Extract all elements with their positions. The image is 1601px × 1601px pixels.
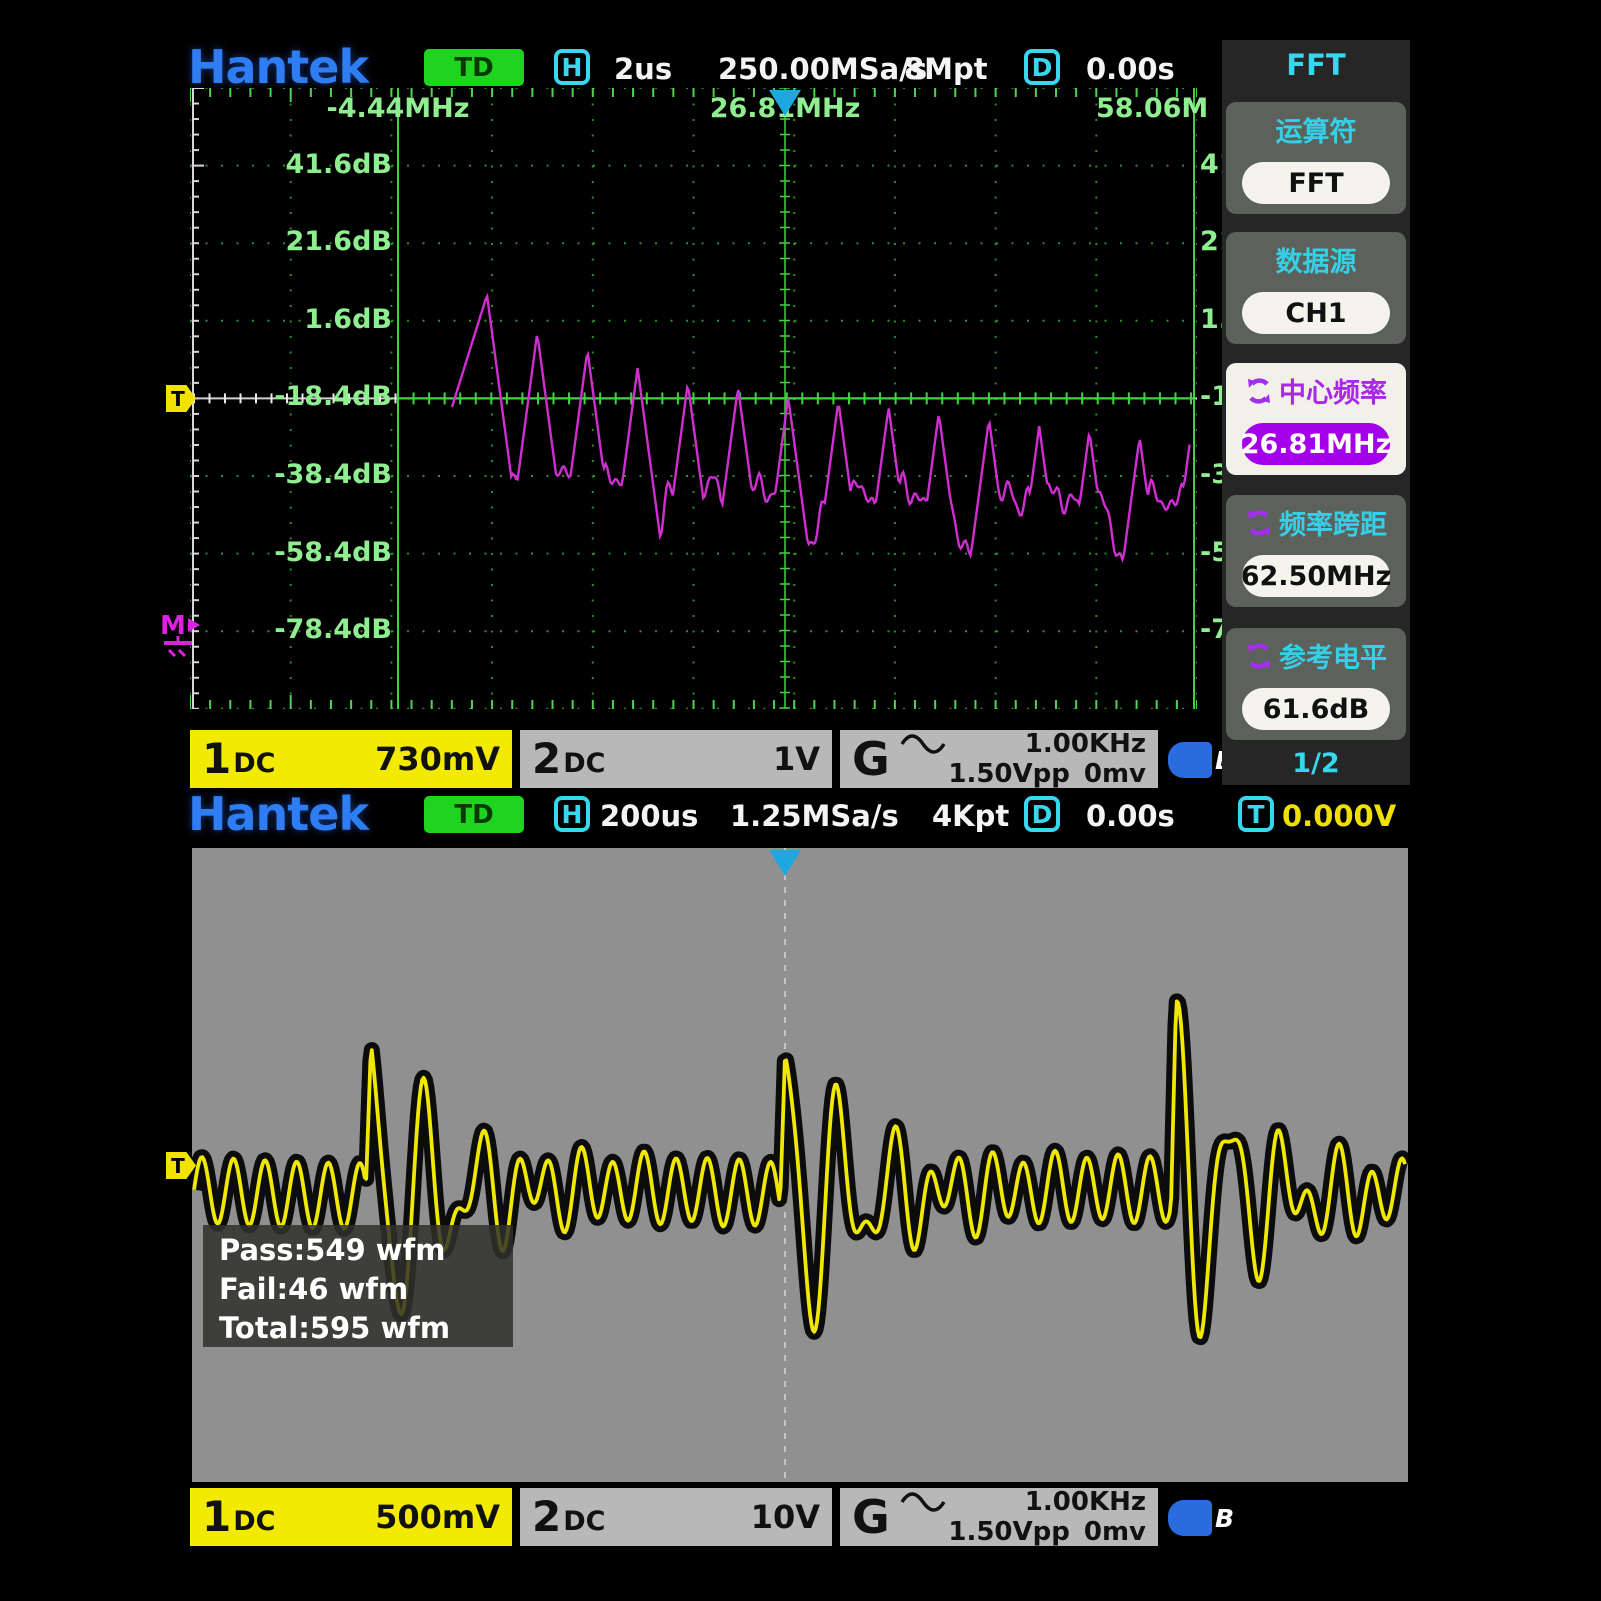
menu-item-1[interactable]: 运算符 FFT xyxy=(1226,102,1406,214)
channel1-status-box[interactable]: 1 DC 730mV xyxy=(190,730,512,788)
channel1-status-box-2[interactable]: 1 DC 500mV xyxy=(190,1488,512,1546)
sine-wave-icon-2 xyxy=(900,1492,946,1512)
math-marker-arrow xyxy=(188,618,200,632)
menu-item-label: 参考电平 xyxy=(1279,636,1387,675)
menu-item-label: 运算符 xyxy=(1276,110,1357,149)
usb-device-icon-2: B xyxy=(1168,1500,1234,1536)
channel2-status-box-2[interactable]: 2 DC 10V xyxy=(520,1488,832,1546)
menu-item-5[interactable]: 参考电平 61.6dB xyxy=(1226,628,1406,740)
ch2-coupling: DC xyxy=(563,750,605,777)
db-label-left: 1.6dB xyxy=(250,304,392,335)
trigger-position-marker-2[interactable] xyxy=(769,850,801,876)
sample-rate-readout: 250.00MSa/s xyxy=(718,52,927,86)
menu-title: FFT xyxy=(1222,48,1410,82)
menu-item-label: 频率跨距 xyxy=(1279,503,1387,542)
generator-status-box-2[interactable]: G 1.00KHz 1.50Vpp 0mv xyxy=(840,1488,1158,1546)
menu-item-3[interactable]: 中心频率 26.81MHz xyxy=(1226,363,1406,475)
delay-readout: 0.00s xyxy=(1086,52,1175,86)
timebase-readout-2: 200us xyxy=(600,799,698,833)
ch1-coupling-2: DC xyxy=(233,1508,275,1535)
mask-test-statistics: Pass:549 wfm Fail:46 wfm Total:595 wfm xyxy=(203,1225,513,1347)
menu-item-label: 数据源 xyxy=(1276,240,1357,279)
generator-offset-2: 0mv xyxy=(1084,1517,1146,1547)
channel2-status-box[interactable]: 2 DC 1V xyxy=(520,730,832,788)
menu-item-value[interactable]: CH1 xyxy=(1242,292,1390,334)
generator-label: G xyxy=(852,736,890,782)
menu-item-4[interactable]: 频率跨距 62.50MHz xyxy=(1226,495,1406,607)
menu-item-2[interactable]: 数据源 CH1 xyxy=(1226,232,1406,344)
timebase-readout: 2us xyxy=(614,52,672,86)
db-label-left: 21.6dB xyxy=(250,226,392,257)
memory-depth-readout-2: 4Kpt xyxy=(932,799,1009,833)
trigger-icon[interactable]: T xyxy=(1238,796,1274,832)
waveform-display xyxy=(192,848,1408,1482)
db-label-left: -18.4dB xyxy=(250,381,392,412)
usb-plug-icon xyxy=(1168,742,1212,778)
generator-amplitude-2: 1.50Vpp xyxy=(948,1517,1070,1547)
delay-readout-2: 0.00s xyxy=(1086,799,1175,833)
generator-status-box[interactable]: G 1.00KHz 1.50Vpp 0mv xyxy=(840,730,1158,788)
menu-page-indicator[interactable]: 1/2 xyxy=(1222,748,1410,779)
ch2-number-2: 2 xyxy=(532,1496,561,1538)
generator-frequency: 1.00KHz xyxy=(1025,729,1146,759)
math-marker-m: M xyxy=(160,611,186,641)
db-label-left: -58.4dB xyxy=(250,537,392,568)
acquire-mode-button-2[interactable]: TD xyxy=(424,796,524,833)
generator-amplitude: 1.50Vpp xyxy=(948,759,1070,789)
sine-wave-icon xyxy=(900,734,946,754)
ch1-scale-2: 500mV xyxy=(375,1498,500,1536)
menu-item-value[interactable]: 61.6dB xyxy=(1242,688,1390,730)
mask-total-count: Total:595 wfm xyxy=(219,1309,513,1348)
knob-rotate-icon xyxy=(1245,377,1273,405)
fft-freq-start-label: -4.44MHz xyxy=(308,93,488,124)
delay-icon[interactable]: D xyxy=(1024,49,1060,85)
knob-rotate-icon xyxy=(1245,509,1273,537)
ch1-scale: 730mV xyxy=(375,740,500,778)
menu-item-value[interactable]: 62.50MHz xyxy=(1242,555,1390,597)
horizontal-icon-2[interactable]: H xyxy=(554,796,590,832)
db-label-left: -78.4dB xyxy=(250,614,392,645)
memory-depth-readout: 8Mpt xyxy=(904,52,988,86)
ch2-scale-2: 10V xyxy=(751,1498,820,1536)
generator-label-2: G xyxy=(852,1494,890,1540)
ch2-coupling-2: DC xyxy=(563,1508,605,1535)
ch2-scale: 1V xyxy=(773,740,820,778)
menu-item-value[interactable]: 26.81MHz xyxy=(1242,423,1390,465)
fft-trace xyxy=(452,297,1190,560)
sample-rate-readout-2: 1.25MSa/s xyxy=(730,799,899,833)
mask-pass-count: Pass:549 wfm xyxy=(219,1231,513,1270)
delay-icon-2[interactable]: D xyxy=(1024,796,1060,832)
menu-item-label: 中心频率 xyxy=(1279,371,1387,410)
brand-logo: Hantek xyxy=(188,40,368,94)
generator-frequency-2: 1.00KHz xyxy=(1025,1487,1146,1517)
usb-plug-icon-2 xyxy=(1168,1500,1212,1536)
acquire-mode-button[interactable]: TD xyxy=(424,49,524,86)
brand-logo-2: Hantek xyxy=(188,787,368,841)
trigger-level-readout: 0.000V xyxy=(1282,799,1396,833)
oscilloscope-screen: Hantek TD H 2us 250.00MSa/s 8Mpt D 0.00s… xyxy=(0,0,1601,1601)
db-label-left: -38.4dB xyxy=(250,459,392,490)
horizontal-icon[interactable]: H xyxy=(554,49,590,85)
menu-item-value[interactable]: FFT xyxy=(1242,162,1390,204)
ch1-coupling: DC xyxy=(233,750,275,777)
knob-rotate-icon xyxy=(1245,642,1273,670)
ch1-number-2: 1 xyxy=(202,1496,231,1538)
mask-fail-count: Fail:46 wfm xyxy=(219,1270,513,1309)
fft-freq-end-label: 58.06M xyxy=(1096,93,1196,124)
math-channel-marker[interactable]: M xyxy=(158,608,206,660)
ch2-number: 2 xyxy=(532,738,561,780)
trigger-position-marker[interactable] xyxy=(769,90,801,116)
ch1-number: 1 xyxy=(202,738,231,780)
generator-offset: 0mv xyxy=(1084,759,1146,789)
db-label-left: 41.6dB xyxy=(250,149,392,180)
